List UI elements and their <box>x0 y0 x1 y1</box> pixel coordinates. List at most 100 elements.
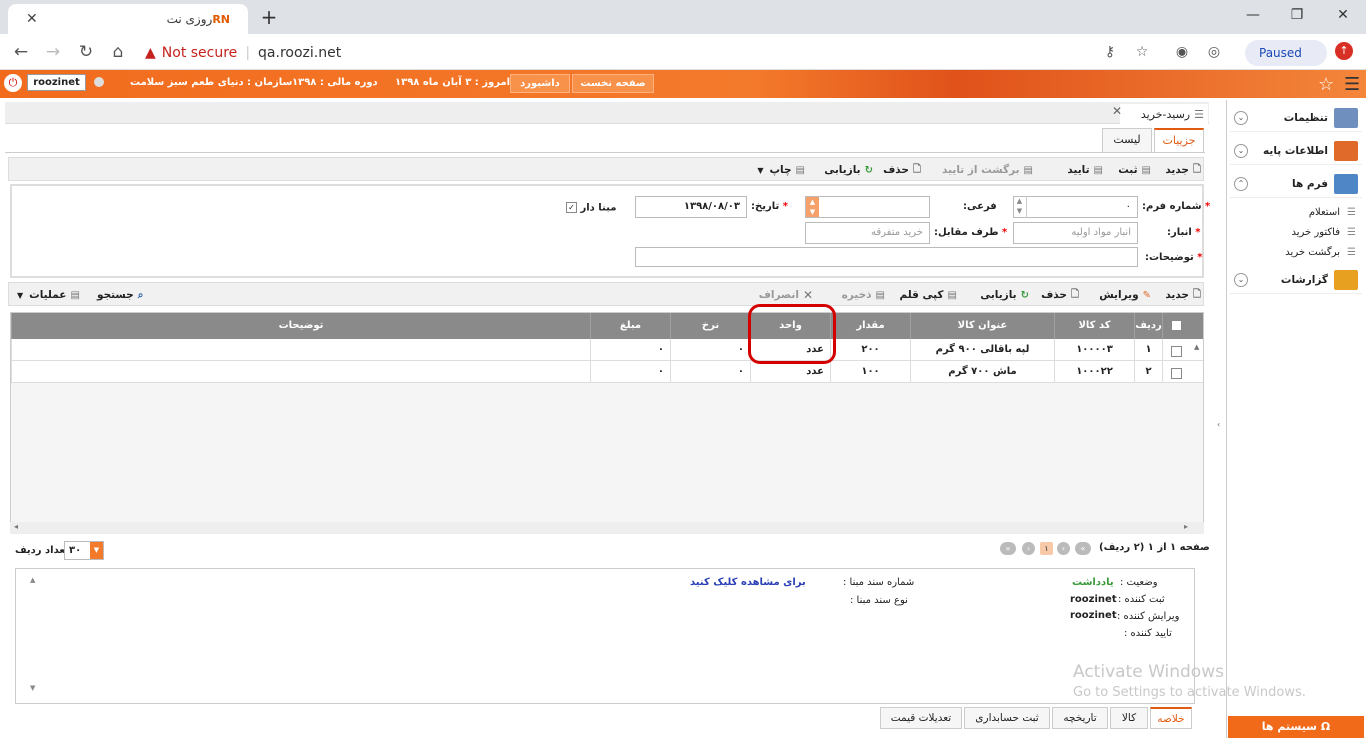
prev-page-icon[interactable]: ‹ <box>1057 542 1070 555</box>
refresh-button[interactable]: ↻ بازیابی <box>824 158 873 182</box>
chevron-down-icon[interactable]: ⌄ <box>1234 143 1248 158</box>
close-page-icon[interactable]: ✕ <box>1112 104 1122 118</box>
register-button[interactable]: ▤ ثبت <box>1118 158 1151 182</box>
select-all-checkbox[interactable] <box>1170 319 1182 331</box>
scroll-right-icon[interactable]: ▸ <box>1184 522 1188 531</box>
chevron-down-icon[interactable]: ⌄ <box>1234 272 1248 287</box>
dashboard-button[interactable]: داشبورد <box>510 74 570 93</box>
tab-history[interactable]: تاریخچه <box>1052 707 1108 729</box>
unconfirm-button[interactable]: ▤ برگشت از تایید <box>942 158 1033 182</box>
cell-amount: ۰ <box>590 339 670 361</box>
chevron-down-icon[interactable]: ⌄ <box>1234 110 1248 125</box>
grid-refresh-button[interactable]: ↻ بازیابی <box>980 283 1029 307</box>
scroll-left-icon[interactable]: ◂ <box>14 522 18 531</box>
sidebar-item-settings[interactable]: تنظیمات ⌄ <box>1230 104 1362 132</box>
date-input[interactable]: ۱۳۹۸/۰۸/۰۳ <box>635 196 747 218</box>
col-header-rate[interactable]: نرخ <box>670 313 750 339</box>
base-checkbox-label[interactable]: مبنا دار ✓ <box>566 202 616 214</box>
operations-button[interactable]: ▤ عملیات ▼ <box>17 283 80 307</box>
tab-price-adjustments[interactable]: تعدیلات قیمت <box>880 707 962 729</box>
tab-accounting[interactable]: ثبت حسابداری <box>964 707 1050 729</box>
tab-goods[interactable]: کالا <box>1110 707 1148 729</box>
next-page-icon[interactable]: › <box>1022 542 1035 555</box>
row-checkbox[interactable] <box>1170 346 1182 357</box>
panel-splitter-icon[interactable]: ‹ <box>1217 420 1220 429</box>
extension-icon[interactable]: ◉ <box>1172 42 1192 62</box>
tab-list[interactable]: لیست <box>1102 128 1152 152</box>
favorites-icon[interactable]: ☆ <box>1318 74 1334 95</box>
sidebar-subitem-purchase-invoice[interactable]: ☰ فاکتور خرید <box>1240 223 1356 241</box>
sidebar-subitem-inquiry[interactable]: ☰ استعلام <box>1240 203 1356 221</box>
confirm-button[interactable]: ▤ تایید <box>1067 158 1103 182</box>
star-icon[interactable]: ☆ <box>1132 42 1152 62</box>
search-button[interactable]: ⌕ جستجو <box>97 283 143 307</box>
minimize-icon[interactable]: — <box>1238 4 1268 26</box>
col-header-row[interactable]: ردیف <box>1134 313 1162 339</box>
scroll-up-icon[interactable]: ▲ <box>1194 343 1199 351</box>
forward-icon[interactable]: → <box>42 42 64 62</box>
user-settings-icon[interactable] <box>94 77 104 87</box>
browser-tab[interactable]: RN روزی نت ✕ <box>8 4 248 34</box>
first-page-icon[interactable]: « <box>1075 542 1091 555</box>
col-header-amount[interactable]: مبلغ <box>590 313 670 339</box>
close-window-icon[interactable]: ✕ <box>1328 4 1358 26</box>
key-icon[interactable]: ⚷ <box>1100 42 1120 62</box>
col-header-title[interactable]: عنوان کالا <box>910 313 1054 339</box>
counterparty-input[interactable]: خرید متفرقه <box>805 222 930 244</box>
form-number-input[interactable]: ۰ <box>1013 196 1138 218</box>
systems-button[interactable]: سیستم ها Ω <box>1228 716 1364 738</box>
tab-details[interactable]: جزییات <box>1154 128 1204 152</box>
select-all-header[interactable] <box>1162 313 1189 339</box>
profile-paused-button[interactable]: Paused <box>1245 40 1327 66</box>
grid-delete-button[interactable]: 🗋 حذف <box>1041 283 1079 307</box>
dropdown-arrow-icon: ▼ <box>757 165 764 175</box>
sub-number-input[interactable] <box>805 196 930 218</box>
home-icon[interactable]: ⌂ <box>107 42 129 62</box>
sidebar-item-reports[interactable]: گزارشات ⌄ <box>1230 266 1362 294</box>
new-tab-button[interactable]: + <box>256 5 282 31</box>
description-input[interactable] <box>635 247 1138 267</box>
grid-edit-button[interactable]: ✎ ویرایش <box>1099 283 1151 307</box>
dropdown-arrow-icon[interactable]: ▼ <box>90 542 103 559</box>
last-page-icon[interactable]: » <box>1000 542 1016 555</box>
power-icon[interactable]: ⏻ <box>4 74 22 92</box>
new-button[interactable]: 🗋 جدید <box>1165 158 1201 182</box>
row-checkbox-cell[interactable] <box>1162 339 1189 361</box>
rows-per-page-select[interactable]: ۳۰ ▼ <box>64 541 104 560</box>
col-header-code[interactable]: کد کالا <box>1054 313 1134 339</box>
col-header-description[interactable]: توضیحات <box>11 313 590 339</box>
back-icon[interactable]: ← <box>10 42 32 62</box>
horizontal-scrollbar[interactable]: ◂ ▸ <box>10 522 1204 534</box>
current-page[interactable]: ۱ <box>1040 542 1053 555</box>
col-header-qty[interactable]: مقدار <box>830 313 910 339</box>
sidebar-item-base-info[interactable]: اطلاعات پایه ⌄ <box>1230 137 1362 165</box>
stepper-icon[interactable]: ▲ ▼ <box>1013 196 1027 218</box>
warehouse-input[interactable]: انبار مواد اولیه <box>1013 222 1138 244</box>
row-checkbox[interactable] <box>1170 368 1182 379</box>
base-checkbox[interactable]: ✓ <box>566 202 577 213</box>
sidebar-subitem-purchase-return[interactable]: ☰ برگشت خرید <box>1240 243 1356 261</box>
scroll-up-icon[interactable]: ▲ <box>30 576 35 584</box>
delete-button[interactable]: 🗋 حذف <box>883 158 921 182</box>
first-page-button[interactable]: صفحه نخست <box>572 74 654 93</box>
reload-icon[interactable]: ↻ <box>75 42 97 62</box>
row-checkbox-cell[interactable] <box>1162 361 1189 383</box>
tab-summary[interactable]: خلاصه <box>1150 707 1192 729</box>
sub-stepper-icon[interactable]: ▲ ▼ <box>806 197 819 217</box>
restore-icon[interactable]: ❐ <box>1282 4 1312 26</box>
chevron-up-icon[interactable]: ⌃ <box>1234 176 1248 191</box>
base-doc-link[interactable]: برای مشاهده کلیک کنید <box>690 577 806 588</box>
grid-new-button[interactable]: 🗋 جدید <box>1165 283 1201 307</box>
print-button[interactable]: ▤ چاپ ▼ <box>757 158 805 182</box>
grid-save-button[interactable]: ▤ ذخیره <box>842 283 885 307</box>
breadcrumb[interactable]: ☰ رسید-خرید <box>1120 104 1208 124</box>
copy-item-button[interactable]: ▤ کپی قلم <box>899 283 957 307</box>
sidebar-item-forms[interactable]: فرم ها ⌃ <box>1230 170 1362 198</box>
username-box[interactable]: roozinet <box>27 74 86 91</box>
scroll-down-icon[interactable]: ▼ <box>30 684 35 692</box>
address-bar[interactable]: ▲ Not secure | qa.roozi.net <box>145 41 341 65</box>
extension2-icon[interactable]: ◎ <box>1204 42 1224 62</box>
hamburger-menu-icon[interactable]: ☰ <box>1344 74 1360 95</box>
update-icon[interactable]: ↑ <box>1335 42 1353 60</box>
close-tab-icon[interactable]: ✕ <box>26 11 38 27</box>
